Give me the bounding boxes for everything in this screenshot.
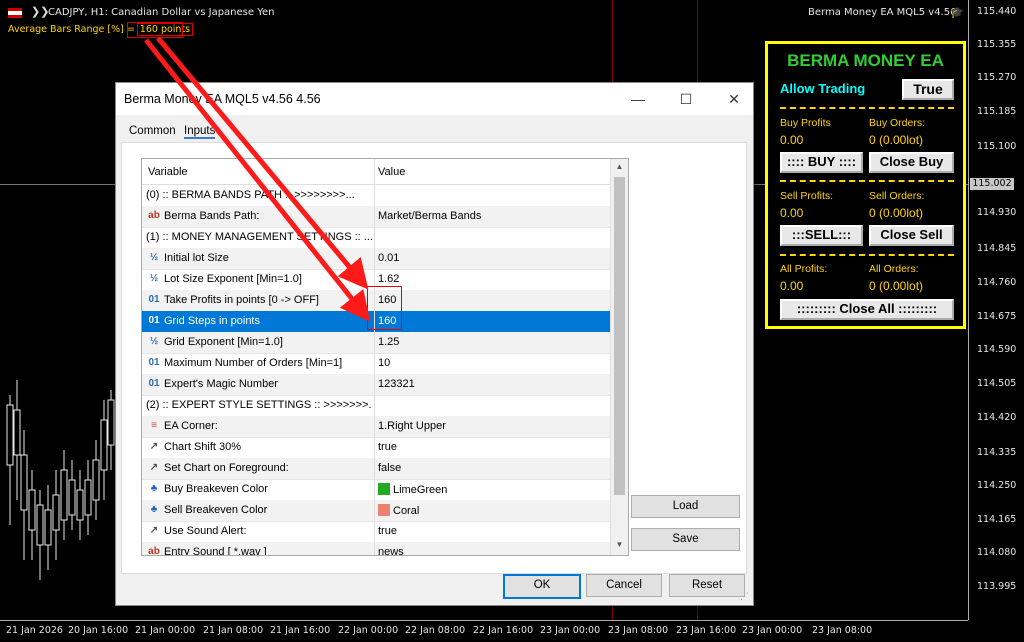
annotation-arrows — [144, 36, 371, 322]
annotation-arrow — [144, 38, 371, 322]
annotation-arrow — [156, 36, 369, 290]
